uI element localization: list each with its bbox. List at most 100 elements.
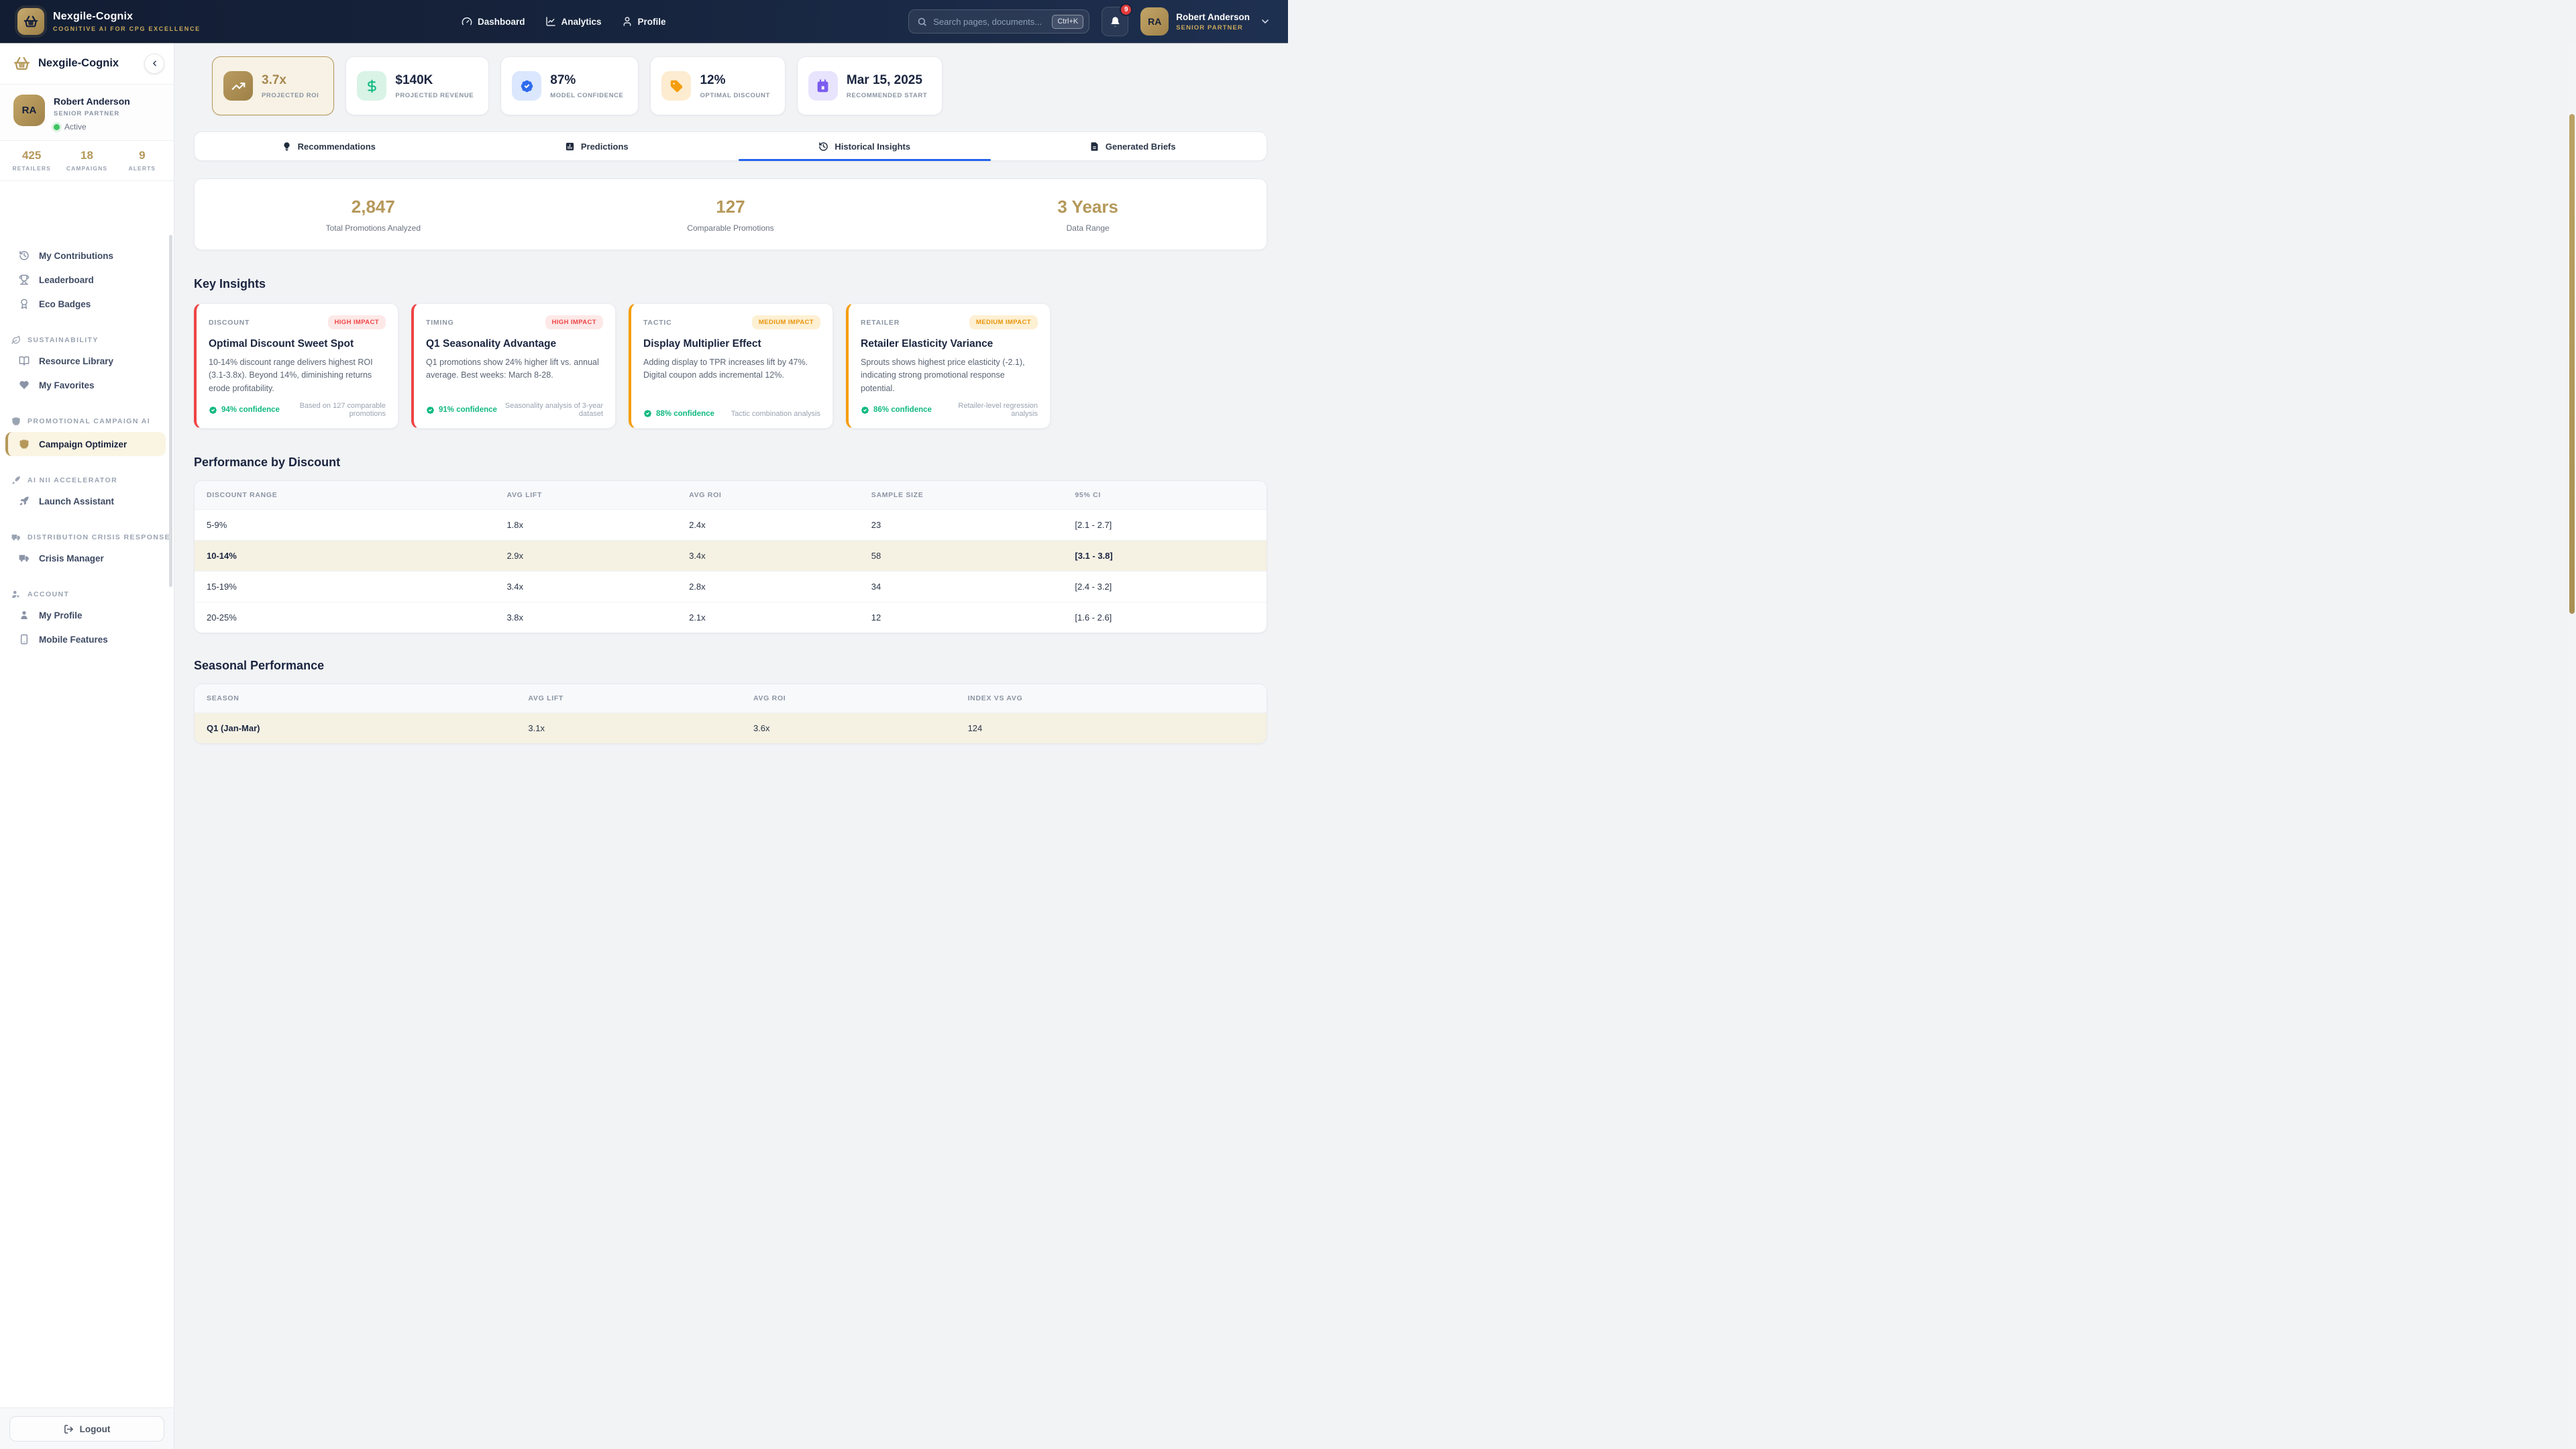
sidebar-item-resource-library[interactable]: Resource Library [0, 349, 174, 373]
rocket-icon [19, 496, 30, 506]
cell-discount-range: 15-19% [195, 572, 494, 602]
discount-table: DISCOUNT RANGE AVG LIFT AVG ROI SAMPLE S… [195, 481, 1267, 633]
sidebar-item-launch-assistant[interactable]: Launch Assistant [0, 489, 174, 513]
key-insights-heading: Key Insights [194, 277, 2576, 291]
column-header: AVG ROI [741, 684, 956, 713]
insight-category: TACTIC [643, 319, 672, 327]
insight-body: 10-14% discount range delivers highest R… [209, 356, 386, 395]
dollar-icon [357, 71, 386, 101]
sidebar-item-my-profile[interactable]: My Profile [0, 603, 174, 627]
sidebar-scrollbar[interactable] [169, 235, 172, 587]
avatar: RA [1140, 7, 1169, 36]
sidebar-item-label: Crisis Manager [39, 553, 104, 564]
search-shortcut: Ctrl+K [1052, 15, 1083, 29]
line-chart-icon [545, 16, 556, 27]
stat-label: PROJECTED ROI [262, 92, 319, 99]
insight-category: RETAILER [861, 319, 900, 327]
sidebar-item-crisis-manager[interactable]: Crisis Manager [0, 546, 174, 570]
sidebar: Nexgile-Cognix RA Robert Anderson SENIOR… [0, 43, 174, 1449]
stat-value: 87% [550, 73, 623, 88]
sidebar-item-leaderboard[interactable]: Leaderboard [0, 268, 174, 292]
column-header: SEASON [195, 684, 516, 713]
cell-discount-range: 10-14% [195, 541, 494, 572]
shopping-basket-icon [13, 55, 30, 72]
insight-source: Retailer-level regression analysis [934, 402, 1038, 418]
page-scrollbar-thumb[interactable] [2569, 114, 2575, 614]
stat-card-optimal-discount[interactable]: 12% OPTIMAL DISCOUNT [650, 56, 785, 115]
sidebar-item-my-contributions[interactable]: My Contributions [0, 244, 174, 268]
trophy-icon [19, 274, 30, 285]
stat-card-projected-revenue[interactable]: $140K PROJECTED REVENUE [345, 56, 489, 115]
cell-avg-roi: 2.8x [677, 572, 859, 602]
table-row[interactable]: 20-25% 3.8x 2.1x 12 [1.6 - 2.6] [195, 602, 1267, 633]
avatar: RA [13, 95, 45, 126]
stat-value: Mar 15, 2025 [847, 73, 927, 88]
column-header: SAMPLE SIZE [859, 481, 1063, 510]
global-search[interactable]: Ctrl+K [908, 9, 1089, 34]
search-input[interactable] [933, 17, 1046, 27]
sidebar-item-mobile-features[interactable]: Mobile Features [0, 627, 174, 651]
insight-card-discount[interactable]: DISCOUNT HIGH IMPACT Optimal Discount Sw… [194, 303, 398, 429]
table-row-highlighted[interactable]: Q1 (Jan-Mar) 3.1x 3.6x 124 [195, 713, 1267, 744]
stat-label: RETAILERS [4, 165, 59, 172]
status-dot [54, 124, 60, 130]
table-row-highlighted[interactable]: 10-14% 2.9x 3.4x 58 [3.1 - 3.8] [195, 541, 1267, 572]
section-label: AI NII ACCELERATOR [28, 476, 117, 484]
insight-category: TIMING [426, 319, 454, 327]
cell-sample-size: 34 [859, 572, 1063, 602]
nav-analytics[interactable]: Analytics [545, 16, 602, 27]
brain-icon [11, 417, 21, 426]
sidebar-item-campaign-optimizer[interactable]: Campaign Optimizer [5, 432, 166, 456]
stat-card-projected-roi[interactable]: 3.7x PROJECTED ROI [212, 56, 334, 115]
summary-label: Comparable Promotions [552, 223, 910, 233]
nav-profile[interactable]: Profile [622, 16, 666, 27]
tab-label: Predictions [581, 142, 629, 152]
user-menu[interactable]: RA Robert Anderson SENIOR PARTNER [1140, 7, 1271, 36]
nav-dashboard[interactable]: Dashboard [462, 16, 525, 27]
table-row[interactable]: 5-9% 1.8x 2.4x 23 [2.1 - 2.7] [195, 510, 1267, 541]
bar-chart-icon [565, 142, 575, 152]
cell-avg-lift: 3.8x [494, 602, 677, 633]
column-header: 95% CI [1063, 481, 1267, 510]
page-scrollbar-track[interactable] [2568, 43, 2576, 1449]
stat-cards-row: 3.7x PROJECTED ROI $140K PROJECTED REVEN… [212, 56, 2576, 115]
stat-card-recommended-start[interactable]: Mar 15, 2025 RECOMMENDED START [797, 56, 943, 115]
stat-card-model-confidence[interactable]: 87% MODEL CONFIDENCE [500, 56, 639, 115]
seasonal-table-card: SEASON AVG LIFT AVG ROI INDEX VS AVG Q1 … [194, 684, 1267, 744]
insight-source: Tactic combination analysis [731, 410, 820, 418]
sidebar-section-promotional-campaign-ai: PROMOTIONAL CAMPAIGN AI [0, 413, 174, 430]
insight-card-tactic[interactable]: TACTIC MEDIUM IMPACT Display Multiplier … [629, 303, 833, 429]
notifications-button[interactable]: 9 [1102, 7, 1128, 36]
sidebar-item-eco-badges[interactable]: Eco Badges [0, 292, 174, 316]
check-seal-icon [426, 406, 435, 415]
sidebar-brand: Nexgile-Cognix [38, 57, 119, 70]
stat-alerts: 9 ALERTS [115, 149, 170, 172]
insight-card-retailer[interactable]: RETAILER MEDIUM IMPACT Retailer Elastici… [846, 303, 1051, 429]
sidebar-section-account: ACCOUNT [0, 586, 174, 603]
tab-label: Generated Briefs [1106, 142, 1176, 152]
lightbulb-icon [282, 142, 292, 152]
sidebar-section-sustainability: SUSTAINABILITY [0, 331, 174, 349]
tab-generated-briefs[interactable]: Generated Briefs [999, 132, 1267, 160]
tab-predictions[interactable]: Predictions [463, 132, 731, 160]
sidebar-collapse-button[interactable] [144, 54, 164, 74]
app-logo [17, 8, 44, 35]
dashboard-gauge-icon [462, 16, 472, 27]
leaf-icon [11, 335, 21, 345]
nav-dashboard-label: Dashboard [478, 17, 525, 27]
user-name: Robert Anderson [54, 96, 130, 107]
nav-profile-label: Profile [638, 17, 666, 27]
seasonal-table-heading: Seasonal Performance [194, 659, 2576, 673]
cell-index: 124 [956, 713, 1267, 744]
logout-button[interactable]: Logout [9, 1416, 164, 1442]
column-header: AVG LIFT [516, 684, 741, 713]
tab-historical-insights[interactable]: Historical Insights [731, 132, 999, 160]
sidebar-item-my-favorites[interactable]: My Favorites [0, 373, 174, 397]
tab-recommendations[interactable]: Recommendations [195, 132, 463, 160]
insight-category: DISCOUNT [209, 319, 250, 327]
table-row[interactable]: 15-19% 3.4x 2.8x 34 [2.4 - 3.2] [195, 572, 1267, 602]
summary-comparable-promotions: 127 Comparable Promotions [552, 197, 910, 233]
insight-card-timing[interactable]: TIMING HIGH IMPACT Q1 Seasonality Advant… [411, 303, 616, 429]
shopping-basket-icon [23, 14, 38, 29]
sidebar-item-label: Campaign Optimizer [39, 439, 127, 449]
